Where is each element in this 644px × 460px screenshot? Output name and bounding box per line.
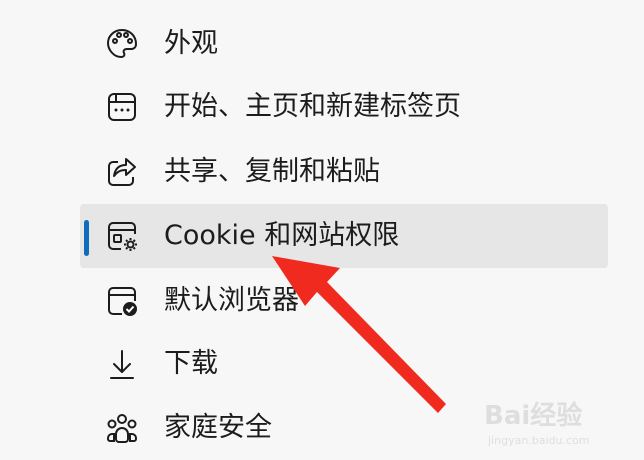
menu-item-label: 家庭安全 xyxy=(164,412,272,443)
menu-item-default-browser[interactable]: 默认浏览器 xyxy=(80,269,608,333)
active-indicator xyxy=(84,220,89,256)
watermark-text: Bai经验 xyxy=(484,400,582,431)
download-icon xyxy=(104,346,140,382)
default-browser-icon xyxy=(104,283,140,319)
menu-item-share-copy-paste[interactable]: 共享、复制和粘贴 xyxy=(80,140,608,204)
palette-icon xyxy=(104,26,140,62)
cookie-site-permissions-icon xyxy=(104,218,140,254)
menu-item-label: 默认浏览器 xyxy=(164,285,299,316)
menu-item-label: 下载 xyxy=(164,348,218,379)
family-icon xyxy=(104,410,140,446)
menu-item-label: 共享、复制和粘贴 xyxy=(164,156,380,187)
watermark-url: jingyan.baidu.com xyxy=(487,434,590,447)
menu-item-label: 开始、主页和新建标签页 xyxy=(164,91,461,122)
menu-item-appearance[interactable]: 外观 xyxy=(80,12,608,76)
menu-item-start-home-newtab[interactable]: 开始、主页和新建标签页 xyxy=(80,75,608,139)
settings-menu: 外观 开始、主页和新建标签页 共享、复制和粘贴 Cookie 和网站权限 默认浏… xyxy=(0,0,644,456)
menu-item-label: Cookie 和网站权限 xyxy=(164,220,400,251)
menu-item-label: 外观 xyxy=(164,28,218,59)
menu-item-cookies-site-permissions[interactable]: Cookie 和网站权限 xyxy=(80,204,608,268)
watermark: Bai经验 jingyan.baidu.com xyxy=(480,394,630,450)
share-icon xyxy=(104,154,140,190)
start-page-icon xyxy=(104,89,140,125)
menu-item-downloads[interactable]: 下载 xyxy=(80,332,608,396)
